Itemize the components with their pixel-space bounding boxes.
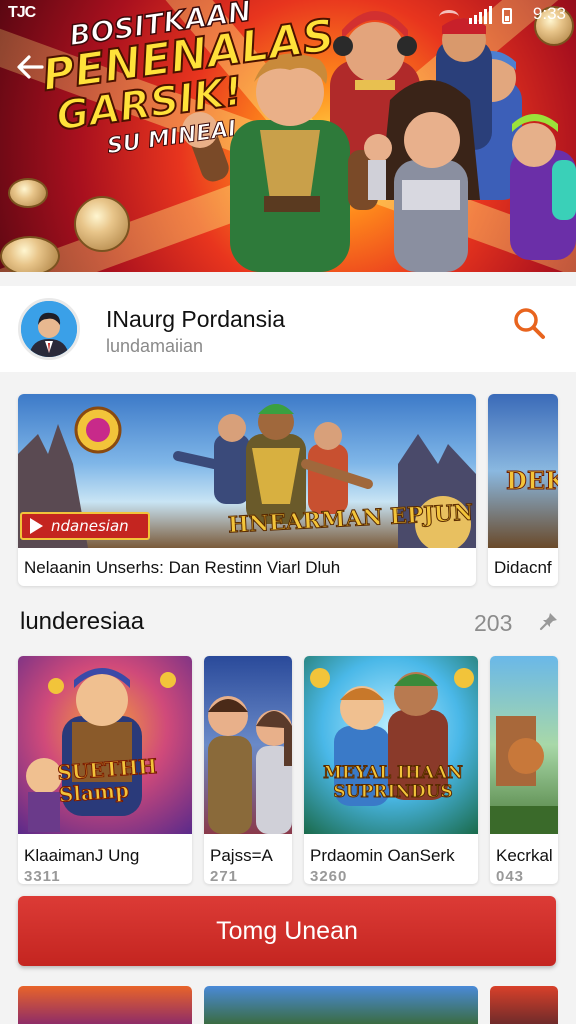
featured-title: Nelaanin Unserhs: Dan Restinn Viarl Dluh	[24, 558, 341, 577]
game-art	[490, 716, 558, 834]
game-thumbnail	[204, 656, 292, 834]
featured-thumbnail: DEK	[488, 394, 558, 548]
featured-title: Didacnf	[494, 558, 552, 577]
coin-decoration	[74, 196, 130, 252]
search-icon[interactable]	[510, 304, 550, 344]
status-carrier-label: TJC	[8, 4, 36, 21]
channel-header: INaurg Pordansia lundamaiian	[0, 286, 576, 372]
status-icons	[439, 6, 512, 24]
status-bar: TJC 9:33	[0, 0, 576, 28]
game-art	[208, 696, 292, 834]
featured-card[interactable]: DEK Didacnf	[488, 394, 558, 586]
game-card[interactable]: MEYAL IHAAN SUPRINDUS Prdaomin OanSerk 3…	[304, 656, 478, 884]
section-title: lunderesiaa	[20, 608, 145, 635]
game-art-title: SUETHH Slamp	[56, 753, 158, 807]
section-count: 203	[474, 610, 513, 636]
signal-icon	[469, 6, 492, 24]
pin-icon[interactable]	[538, 610, 560, 632]
game-thumbnail: MEYAL IHAAN SUPRINDUS	[304, 656, 478, 834]
character-figure	[208, 696, 252, 834]
coin-decoration	[0, 236, 60, 272]
play-icon	[30, 518, 43, 534]
game-title: Pajss=A	[210, 846, 273, 865]
game-meta: 3311	[24, 868, 61, 884]
game-art	[310, 668, 474, 806]
character-figure	[214, 414, 250, 504]
hero-banner: BOSITKAAN PENENALAS GARSIK! SU MINEAI TJ…	[0, 0, 576, 272]
avatar[interactable]	[18, 298, 80, 360]
game-thumbnail	[490, 656, 558, 834]
game-card-partial[interactable]	[18, 986, 192, 1024]
game-card-partial[interactable]	[204, 986, 478, 1024]
avatar-portrait-icon	[21, 301, 77, 357]
game-title: Prdaomin OanSerk	[310, 846, 455, 865]
game-art-title: MEYAL IHAAN SUPRINDUS	[323, 763, 464, 802]
battery-icon	[502, 8, 512, 24]
game-meta: 271	[210, 868, 239, 884]
game-meta: 043	[496, 868, 525, 884]
featured-thumbnail: HNEARMAN EPJUN ndanesian	[18, 394, 476, 548]
channel-subtitle: lundamaiian	[106, 336, 204, 356]
coin-decoration	[8, 178, 48, 208]
featured-card[interactable]: HNEARMAN EPJUN ndanesian Nelaanin Unserh…	[18, 394, 476, 586]
game-art	[26, 668, 176, 832]
status-time: 9:33	[532, 4, 566, 23]
featured-badge: ndanesian	[20, 512, 150, 540]
character-figure	[256, 710, 292, 834]
game-title: KlaaimanJ Ung	[24, 846, 140, 865]
featured-badge-label: ndanesian	[51, 517, 129, 535]
channel-name: INaurg Pordansia	[106, 306, 285, 332]
game-card[interactable]: Pajss=A 271	[204, 656, 292, 884]
game-card[interactable]: Kecrkal 043	[490, 656, 558, 884]
primary-action-button[interactable]: Tomg Unean	[18, 896, 556, 966]
back-arrow-icon[interactable]	[14, 50, 48, 84]
featured-art-title: DEK	[506, 466, 558, 496]
game-card-partial[interactable]	[490, 986, 558, 1024]
character-figure	[510, 114, 576, 260]
character-figure	[246, 404, 306, 524]
wifi-icon	[439, 10, 459, 24]
game-card[interactable]: SUETHH Slamp KlaaimanJ Ung 3311	[18, 656, 192, 884]
game-title: Kecrkal	[496, 846, 553, 865]
game-thumbnail: SUETHH Slamp	[18, 656, 192, 834]
game-meta: 3260	[310, 868, 348, 884]
